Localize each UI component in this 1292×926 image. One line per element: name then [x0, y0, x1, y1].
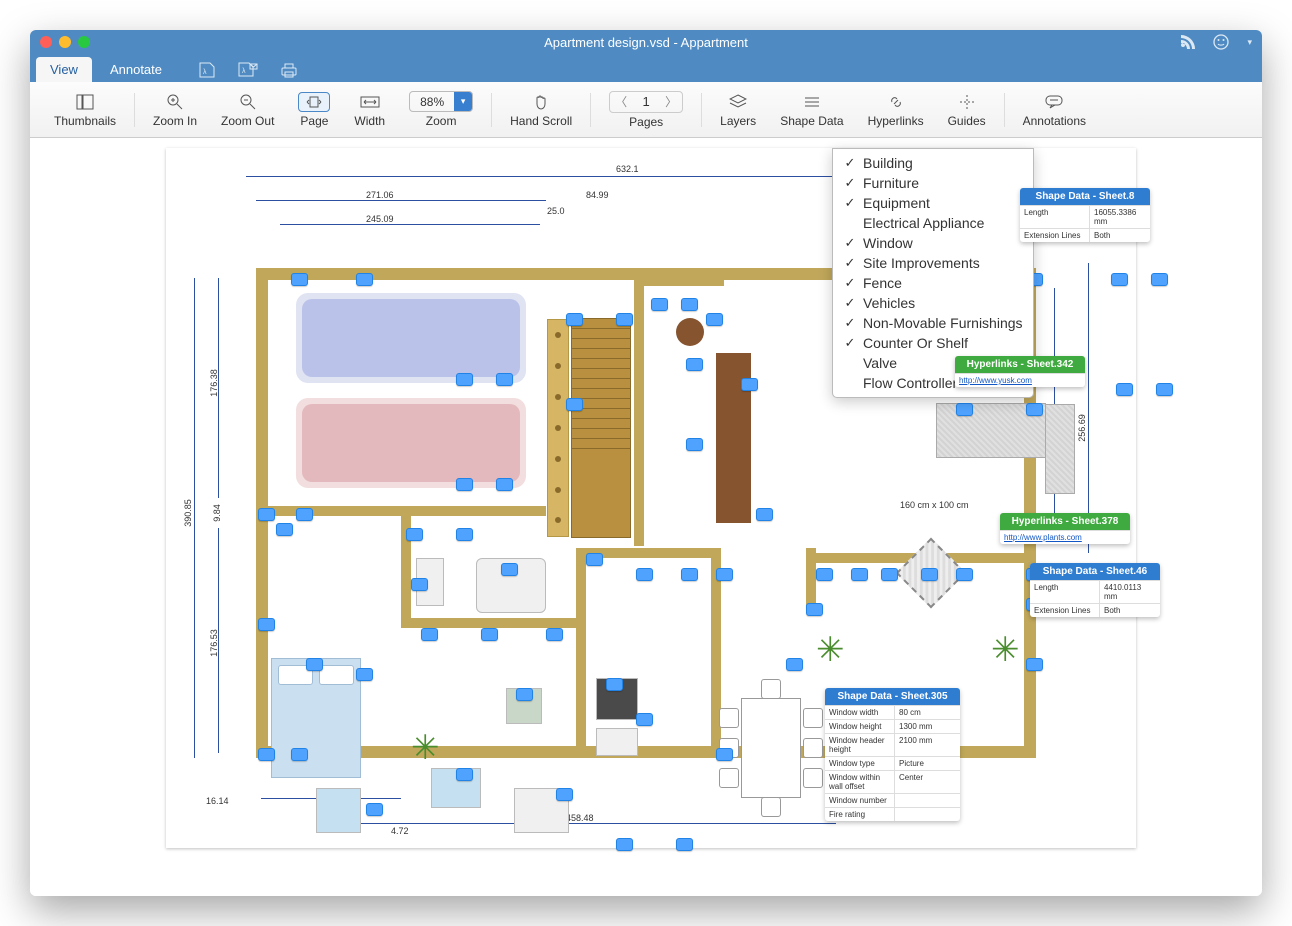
canvas-area[interactable]: 632.1 271.06 84.99 245.09 25.0 176.38 39… — [30, 138, 1262, 896]
page-number[interactable]: 1 — [632, 94, 660, 109]
layer-item-site[interactable]: ✓Site Improvements — [833, 253, 1033, 273]
dimension-label: 9.84 — [212, 504, 222, 522]
sofa-red — [296, 398, 526, 488]
plant-icon — [411, 736, 441, 766]
layer-item-building[interactable]: ✓Building — [833, 153, 1033, 173]
titlebar: Apartment design.vsd - Appartment ▾ — [30, 30, 1262, 54]
svg-text:λ: λ — [242, 68, 246, 75]
dimension-label: 271.06 — [366, 190, 394, 200]
layer-item-furniture[interactable]: ✓Furniture — [833, 173, 1033, 193]
layer-item-counter[interactable]: ✓Counter Or Shelf — [833, 333, 1033, 353]
dimension-label: 458.48 — [566, 813, 594, 823]
tabbar: View Annotate λ λ — [30, 54, 1262, 82]
plant-icon — [816, 638, 846, 668]
toolbar: Thumbnails Zoom In Zoom Out Page Width 8… — [30, 82, 1262, 138]
chevron-down-icon[interactable]: ▾ — [1247, 37, 1252, 48]
dining-table — [721, 683, 821, 813]
layer-item-equipment[interactable]: ✓Equipment — [833, 193, 1033, 213]
tab-annotate[interactable]: Annotate — [96, 57, 176, 82]
layer-item-fence[interactable]: ✓Fence — [833, 273, 1033, 293]
dimension-label: 390.85 — [183, 499, 193, 527]
hyperlinks-button[interactable]: Hyperlinks — [856, 92, 936, 128]
shape-data-popup-305: Shape Data - Sheet.305 Window width80 cm… — [825, 688, 960, 821]
fit-page-button[interactable]: Page — [286, 92, 342, 128]
plant-icon — [991, 638, 1021, 668]
pdf-mail-icon[interactable]: λ — [238, 62, 258, 78]
hand-scroll-button[interactable]: Hand Scroll — [498, 92, 584, 128]
washer-icon — [316, 788, 361, 833]
smiley-icon[interactable] — [1213, 34, 1229, 50]
dimension-label: 84.99 — [586, 190, 609, 200]
thumbnails-button[interactable]: Thumbnails — [42, 92, 128, 128]
staircase — [571, 318, 631, 538]
dimension-label: 632.1 — [616, 164, 639, 174]
chevron-down-icon[interactable]: ▾ — [454, 92, 472, 111]
layer-item-vehicles[interactable]: ✓Vehicles — [833, 293, 1033, 313]
sofa-blue — [296, 293, 526, 383]
guides-button[interactable]: Guides — [936, 92, 998, 128]
dimension-label: 256.69 — [1077, 414, 1087, 442]
shape-data-popup-46: Shape Data - Sheet.46 Length4410.0113 mm… — [1030, 563, 1160, 617]
dimension-label: 25.0 — [547, 206, 565, 216]
dimension-label: 4.72 — [391, 826, 409, 836]
tab-view[interactable]: View — [36, 57, 92, 82]
zoom-select[interactable]: 88% ▾ Zoom — [397, 91, 485, 128]
zoom-in-button[interactable]: Zoom In — [141, 92, 209, 128]
layer-item-nonmovable[interactable]: ✓Non-Movable Furnishings — [833, 313, 1033, 333]
hyperlink[interactable]: http://www.plants.com — [1000, 531, 1130, 544]
dimension-label: 16.14 — [206, 796, 229, 806]
page-next-button[interactable]: 〉 — [660, 93, 682, 110]
zoom-out-button[interactable]: Zoom Out — [209, 92, 286, 128]
document-canvas[interactable]: 632.1 271.06 84.99 245.09 25.0 176.38 39… — [166, 148, 1136, 848]
hyperlink-popup-342: Hyperlinks - Sheet.342 http://www.yusk.c… — [955, 356, 1085, 387]
layers-button[interactable]: Layers — [708, 92, 768, 128]
fit-width-button[interactable]: Width — [342, 92, 397, 128]
counter — [596, 728, 638, 756]
hyperlink[interactable]: http://www.yusk.com — [955, 374, 1085, 387]
hyperlink-popup-378: Hyperlinks - Sheet.378 http://www.plants… — [1000, 513, 1130, 544]
bed — [271, 658, 361, 778]
rss-icon[interactable] — [1181, 35, 1195, 49]
page-prev-button[interactable]: 〈 — [610, 93, 632, 110]
annotations-button[interactable]: Annotations — [1011, 92, 1098, 128]
print-icon[interactable] — [280, 62, 298, 78]
dimension-label: 160 cm x 100 cm — [900, 500, 969, 510]
window-title: Apartment design.vsd - Appartment — [30, 35, 1262, 50]
layer-item-electrical[interactable]: Electrical Appliance — [833, 213, 1033, 233]
svg-text:λ: λ — [203, 69, 207, 76]
pages-control: 〈 1 〉 Pages — [597, 91, 695, 129]
layer-item-window[interactable]: ✓Window — [833, 233, 1033, 253]
shape-data-button[interactable]: Shape Data — [768, 92, 855, 128]
dimension-label: 245.09 — [366, 214, 394, 224]
round-table — [676, 318, 704, 346]
shape-data-popup-8: Shape Data - Sheet.8 Length16055.3386 mm… — [1020, 188, 1150, 242]
pdf-icon[interactable]: λ — [198, 62, 216, 78]
app-window: Apartment design.vsd - Appartment ▾ View… — [30, 30, 1262, 896]
